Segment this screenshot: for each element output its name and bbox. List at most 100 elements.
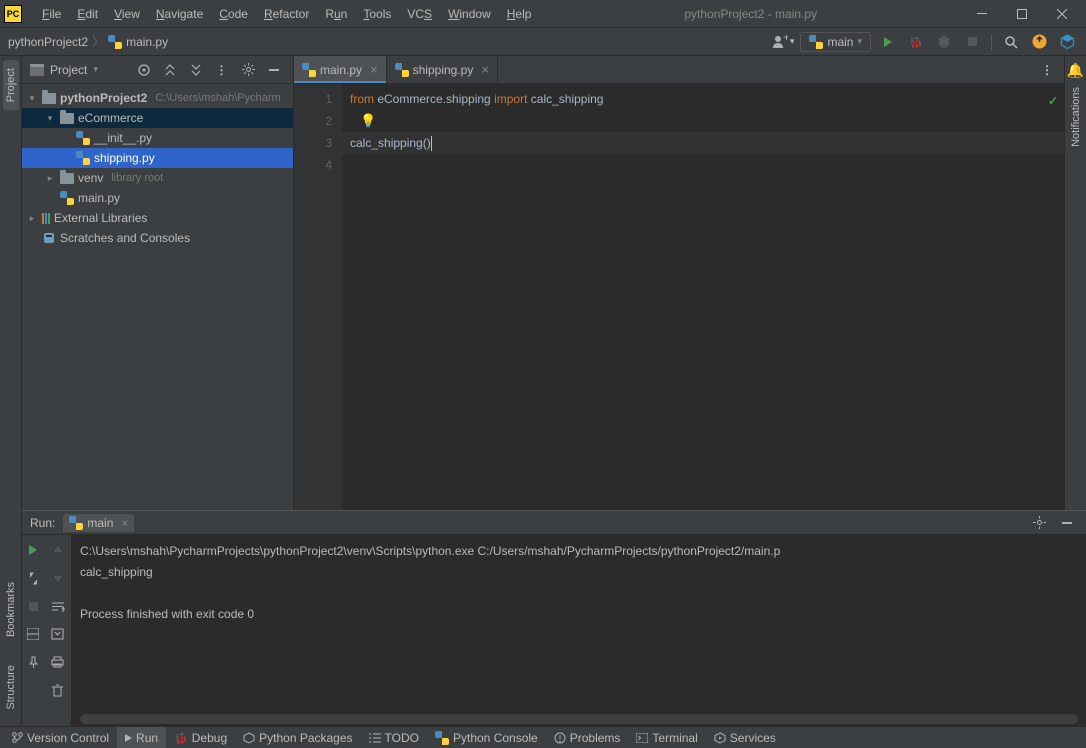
ide-scripting-button[interactable]: [1056, 31, 1078, 53]
chevron-down-icon[interactable]: ▾: [26, 93, 38, 104]
tool-python-console[interactable]: Python Console: [427, 727, 546, 748]
editor-tab-main[interactable]: main.py ×: [294, 56, 387, 83]
tree-venv-folder[interactable]: ▸ venv library root: [22, 168, 293, 188]
hide-panel-button[interactable]: [263, 59, 285, 81]
notifications-tool-tab[interactable]: Notifications: [1068, 79, 1084, 157]
tool-terminal[interactable]: Terminal: [628, 727, 705, 748]
menu-vcs[interactable]: VCS: [399, 3, 440, 25]
notifications-bell-icon[interactable]: 🔔: [1067, 62, 1084, 79]
code-line[interactable]: [350, 154, 1064, 176]
window-title: pythonProject2 - main.py: [539, 7, 962, 21]
python-file-icon: [69, 516, 83, 530]
hide-run-panel-button[interactable]: [1056, 512, 1078, 534]
collapse-all-button[interactable]: [185, 59, 207, 81]
code-line[interactable]: from eCommerce.shipping import calc_ship…: [350, 88, 1064, 110]
close-run-tab-button[interactable]: ×: [121, 516, 128, 530]
tree-project-root[interactable]: ▾ pythonProject2 C:\Users\mshah\Pycharm: [22, 88, 293, 108]
debug-button[interactable]: [905, 31, 927, 53]
window-minimize-button[interactable]: [962, 0, 1002, 28]
soft-wrap-button[interactable]: [47, 595, 69, 617]
panel-options-button[interactable]: ⋮: [211, 59, 233, 81]
menu-file[interactable]: File: [34, 3, 69, 25]
horizontal-scrollbar[interactable]: [80, 714, 1078, 724]
bookmarks-tool-tab[interactable]: Bookmarks: [3, 574, 19, 645]
stop-button[interactable]: [961, 31, 983, 53]
project-panel-title[interactable]: Project: [50, 63, 87, 77]
menu-navigate[interactable]: Navigate: [148, 3, 211, 25]
rerun-button[interactable]: [22, 539, 44, 561]
up-button[interactable]: [47, 539, 69, 561]
code-line[interactable]: calc_shipping(): [350, 132, 1064, 154]
run-button[interactable]: [877, 31, 899, 53]
window-close-button[interactable]: [1042, 0, 1082, 28]
pin-button[interactable]: [22, 651, 44, 673]
menu-help[interactable]: Help: [499, 3, 540, 25]
project-tool-tab[interactable]: Project: [3, 60, 19, 110]
add-user-icon[interactable]: + ▾: [772, 31, 794, 53]
run-panel-settings-button[interactable]: [1028, 512, 1050, 534]
package-icon: [243, 732, 255, 744]
editor-tab-shipping[interactable]: shipping.py ×: [387, 56, 498, 83]
tree-scratches[interactable]: Scratches and Consoles: [22, 228, 293, 248]
tree-main-file[interactable]: main.py: [22, 188, 293, 208]
menu-tools[interactable]: Tools: [355, 3, 399, 25]
breadcrumb-project[interactable]: pythonProject2: [8, 35, 88, 49]
breadcrumb-file[interactable]: main.py: [126, 35, 168, 49]
code-line[interactable]: 💡: [350, 110, 1064, 132]
close-tab-button[interactable]: ×: [481, 62, 489, 77]
services-icon: [714, 732, 726, 744]
run-console-output[interactable]: C:\Users\mshah\PycharmProjects\pythonPro…: [72, 535, 1086, 726]
run-settings-button[interactable]: [22, 567, 44, 589]
code-editor[interactable]: from eCommerce.shipping import calc_ship…: [342, 84, 1064, 510]
print-button[interactable]: [47, 651, 69, 673]
editor-body[interactable]: 1 2 3 4 from eCommerce.shipping import c…: [294, 84, 1064, 510]
editor-gutter[interactable]: 1 2 3 4: [294, 84, 342, 510]
tool-run[interactable]: Run: [117, 727, 166, 748]
branch-icon: [12, 732, 23, 743]
tool-version-control[interactable]: Version Control: [4, 727, 117, 748]
tree-shipping-file[interactable]: shipping.py: [22, 148, 293, 168]
tool-python-packages[interactable]: Python Packages: [235, 727, 360, 748]
update-button[interactable]: [1028, 31, 1050, 53]
coverage-button[interactable]: [933, 31, 955, 53]
tool-problems[interactable]: Problems: [546, 727, 629, 748]
no-problems-icon[interactable]: ✓: [1048, 90, 1058, 112]
expand-all-button[interactable]: [159, 59, 181, 81]
layout-button[interactable]: [22, 623, 44, 645]
clear-all-button[interactable]: [47, 679, 69, 701]
panel-settings-button[interactable]: [237, 59, 259, 81]
run-panel-tab[interactable]: main ×: [63, 514, 134, 532]
breadcrumb[interactable]: pythonProject2 〉 main.py: [8, 33, 168, 50]
chevron-right-icon[interactable]: ▸: [26, 213, 38, 224]
tool-todo[interactable]: TODO: [361, 727, 427, 748]
chevron-down-icon[interactable]: ▾: [44, 113, 56, 124]
tree-init-file[interactable]: __init__.py: [22, 128, 293, 148]
close-tab-button[interactable]: ×: [370, 62, 378, 77]
intention-bulb-icon[interactable]: 💡: [360, 110, 376, 132]
menu-run[interactable]: Run: [317, 3, 355, 25]
python-file-icon: [809, 35, 823, 49]
menu-view[interactable]: View: [106, 3, 148, 25]
package-folder-icon: [60, 113, 74, 124]
select-opened-file-button[interactable]: [133, 59, 155, 81]
project-tree[interactable]: ▾ pythonProject2 C:\Users\mshah\Pycharm …: [22, 84, 293, 510]
chevron-right-icon[interactable]: ▸: [44, 173, 56, 184]
scroll-to-end-button[interactable]: [47, 623, 69, 645]
tool-services[interactable]: Services: [706, 727, 784, 748]
tool-debug[interactable]: Debug: [166, 727, 235, 748]
menu-code[interactable]: Code: [211, 3, 256, 25]
menu-edit[interactable]: Edit: [69, 3, 106, 25]
down-button[interactable]: [47, 567, 69, 589]
chevron-down-icon[interactable]: ▾: [93, 64, 98, 75]
tree-ecommerce-folder[interactable]: ▾ eCommerce: [22, 108, 293, 128]
stop-run-button[interactable]: [22, 595, 44, 617]
tree-external-libraries[interactable]: ▸ External Libraries: [22, 208, 293, 228]
structure-tool-tab[interactable]: Structure: [3, 657, 19, 718]
menu-window[interactable]: Window: [440, 3, 499, 25]
run-configuration-selector[interactable]: main ▾: [800, 32, 871, 52]
search-everywhere-button[interactable]: [1000, 31, 1022, 53]
tab-list-button[interactable]: ⋮: [1036, 59, 1058, 81]
menu-refactor[interactable]: Refactor: [256, 3, 317, 25]
window-maximize-button[interactable]: [1002, 0, 1042, 28]
keyword: from: [350, 92, 374, 106]
